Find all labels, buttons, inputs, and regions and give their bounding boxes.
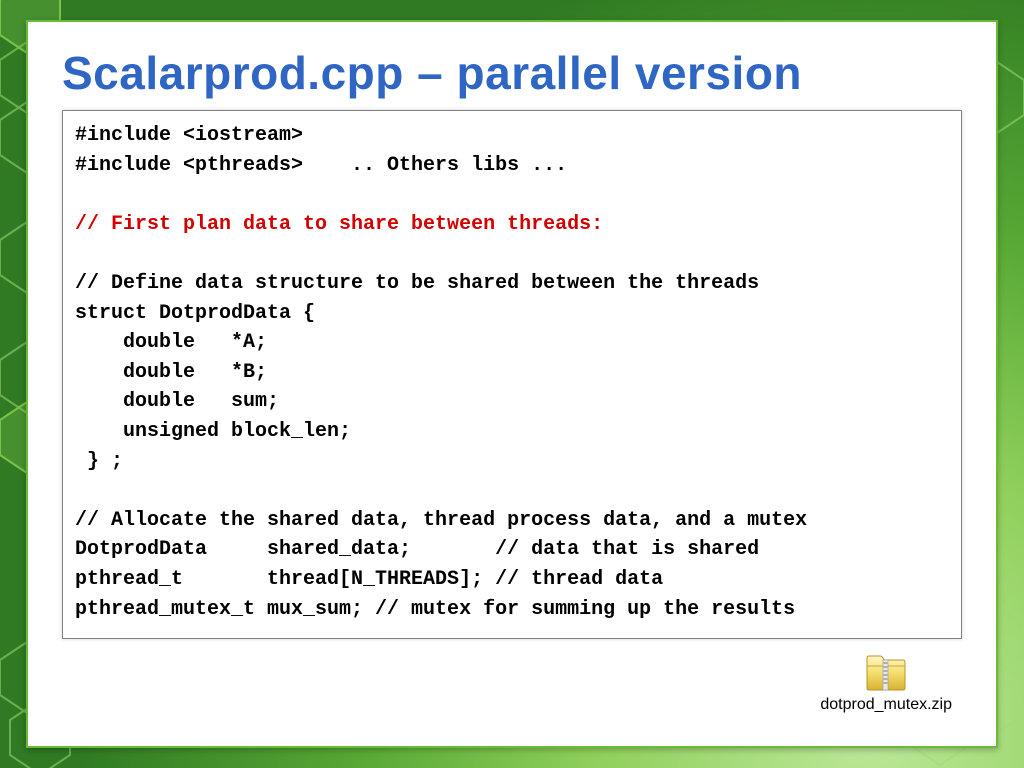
code-line: pthread_mutex_t mux_sum; // mutex for su…: [75, 598, 795, 621]
code-line: DotprodData shared_data; // data that is…: [75, 538, 759, 561]
code-line: } ;: [75, 450, 123, 473]
slide-title: Scalarprod.cpp – parallel version: [62, 46, 962, 100]
code-line: struct DotprodData {: [75, 302, 315, 325]
slide-card: Scalarprod.cpp – parallel version #inclu…: [26, 20, 998, 748]
code-line: // Define data structure to be shared be…: [75, 272, 759, 295]
zip-folder-icon: [864, 654, 908, 694]
code-line: #include <iostream>: [75, 124, 303, 147]
attachment-filename: dotprod_mutex.zip: [820, 696, 952, 714]
code-line: double sum;: [75, 390, 279, 413]
code-comment-highlight: // First plan data to share between thre…: [75, 213, 603, 236]
code-line: pthread_t thread[N_THREADS]; // thread d…: [75, 568, 663, 591]
code-line: unsigned block_len;: [75, 420, 351, 443]
code-block: #include <iostream> #include <pthreads> …: [62, 110, 962, 639]
code-line: double *B;: [75, 361, 267, 384]
code-line: #include <pthreads> .. Others libs ...: [75, 154, 567, 177]
attachment[interactable]: dotprod_mutex.zip: [820, 654, 952, 714]
code-line: // Allocate the shared data, thread proc…: [75, 509, 807, 532]
code-line: double *A;: [75, 331, 267, 354]
